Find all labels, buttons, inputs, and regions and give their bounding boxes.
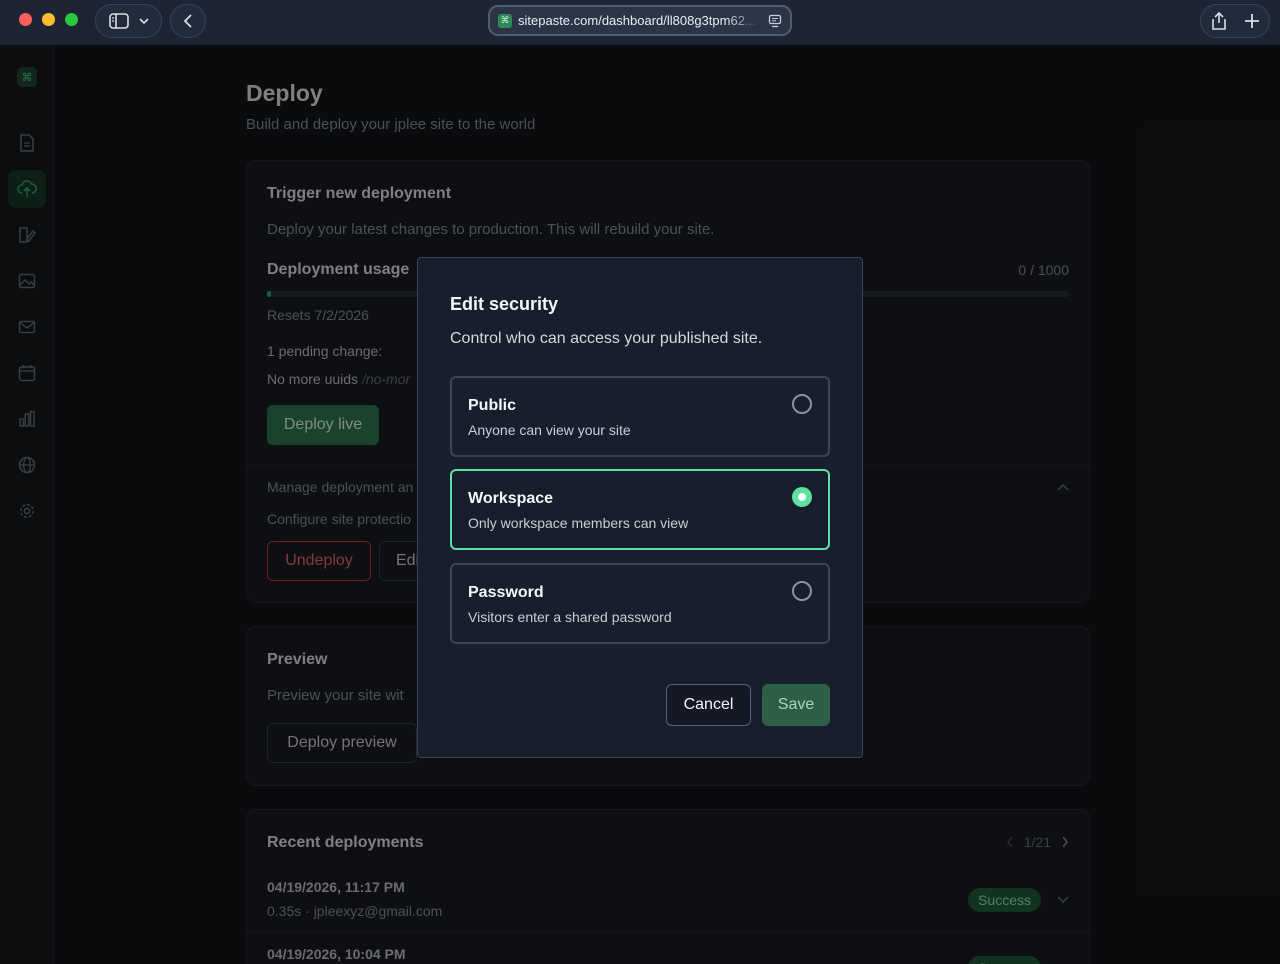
option-title: Public — [468, 397, 517, 414]
sidebar-toggle-button[interactable] — [95, 4, 162, 38]
url-text: sitepaste.com/dashboard/ll808g3tpm62... — [518, 13, 756, 28]
security-option-workspace[interactable]: Workspace Only workspace members can vie… — [450, 469, 830, 550]
security-option-public[interactable]: Public Anyone can view your site — [450, 376, 830, 457]
option-description: Visitors enter a shared password — [468, 609, 672, 625]
share-newtab-group — [1200, 4, 1270, 38]
chevron-left-icon — [183, 14, 192, 28]
close-window-button[interactable] — [19, 13, 32, 26]
option-title: Workspace — [468, 490, 554, 507]
radio-button[interactable] — [792, 394, 812, 414]
back-button[interactable] — [170, 4, 206, 38]
option-description: Anyone can view your site — [468, 422, 631, 438]
security-option-password[interactable]: Password Visitors enter a shared passwor… — [450, 563, 830, 644]
site-favicon-icon: ⌘ — [498, 13, 512, 28]
radio-button[interactable] — [792, 581, 812, 601]
option-title: Password — [468, 584, 544, 601]
zoom-window-button[interactable] — [65, 13, 78, 26]
address-bar[interactable]: ⌘ sitepaste.com/dashboard/ll808g3tpm62..… — [488, 5, 792, 36]
chevron-down-icon — [138, 18, 149, 25]
cancel-button[interactable]: Cancel — [666, 684, 751, 726]
browser-toolbar: ⌘ sitepaste.com/dashboard/ll808g3tpm62..… — [0, 0, 1280, 46]
minimize-window-button[interactable] — [42, 13, 55, 26]
radio-button[interactable] — [792, 487, 812, 507]
dialog-title: Edit security — [450, 294, 559, 314]
sidebar-icon — [108, 13, 129, 29]
option-description: Only workspace members can view — [468, 515, 689, 531]
save-button[interactable]: Save — [762, 684, 830, 726]
reader-icon[interactable] — [768, 14, 782, 28]
plus-icon[interactable] — [1244, 13, 1260, 29]
share-icon[interactable] — [1211, 12, 1227, 30]
dialog-description: Control who can access your published si… — [450, 330, 763, 347]
edit-security-dialog: Edit security Control who can access you… — [417, 257, 863, 758]
